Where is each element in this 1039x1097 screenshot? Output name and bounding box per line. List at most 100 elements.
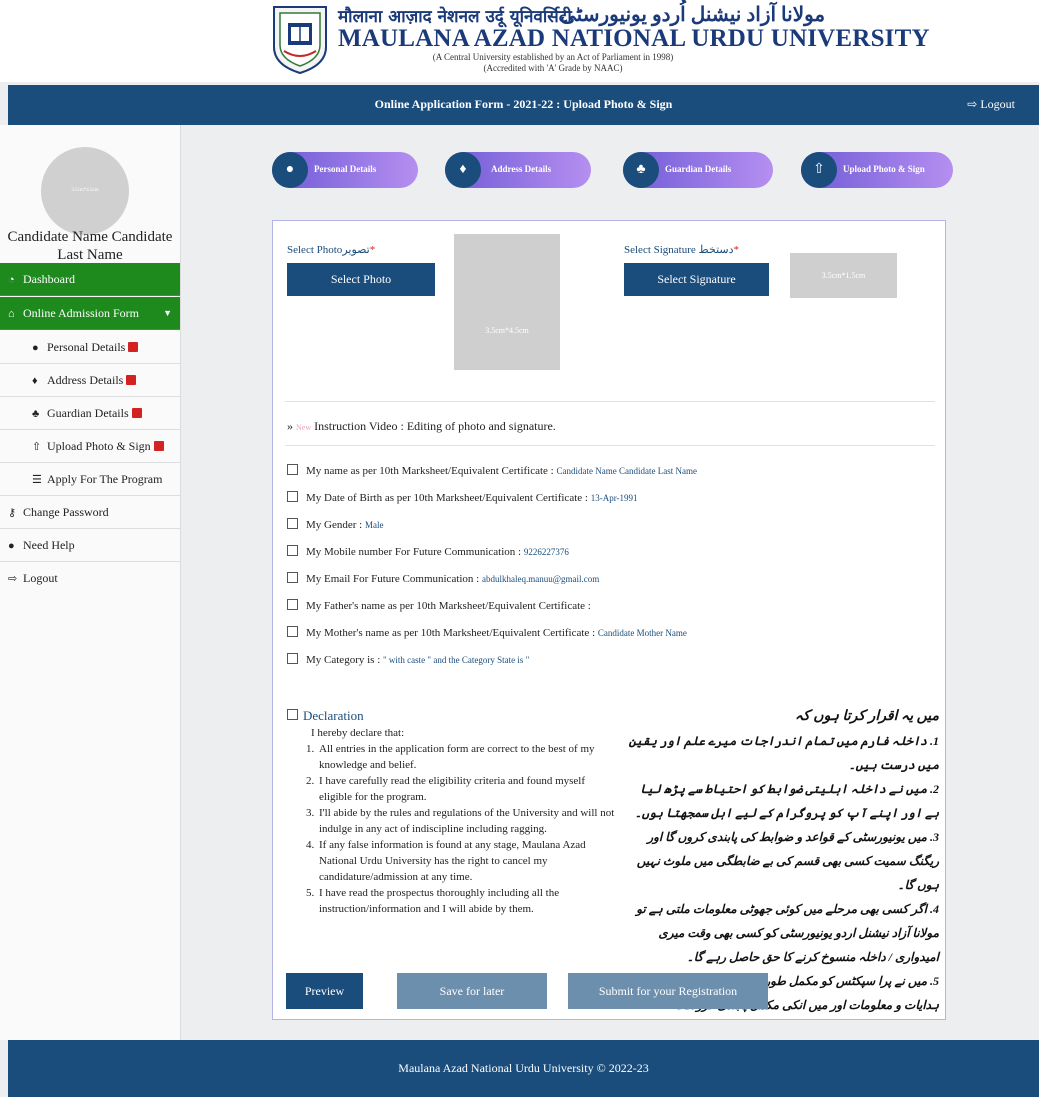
- confirm-name-checkbox[interactable]: My name as per 10th Marksheet/Equivalent…: [287, 464, 697, 477]
- divider: [285, 401, 935, 402]
- dashboard-icon: ◔: [8, 274, 15, 286]
- declaration-urdu-item: 3. میں یونیورسٹی کے قواعد و ضوابط کی پاب…: [636, 830, 939, 892]
- checkbox[interactable]: [287, 572, 298, 583]
- university-name-english: MAULANA AZAD NATIONAL URDU UNIVERSITY: [338, 25, 930, 52]
- sidebar-item-online-admission-form[interactable]: ⌂ Online Admission Form ▼: [0, 297, 180, 330]
- sidebar-item-guardian-details[interactable]: ♣ Guardian Details: [0, 397, 180, 430]
- university-name-hindi: मौलाना आज़ाद नेशनल उर्दू यूनिवर्सिटी: [338, 7, 572, 27]
- check-value: Candidate Name Candidate Last Name: [556, 466, 697, 476]
- declaration-item: If any false information is found at any…: [317, 837, 619, 885]
- select-photo-button[interactable]: Select Photo: [287, 263, 435, 296]
- list-icon: ☰: [32, 474, 42, 486]
- step-label: Guardian Details: [665, 164, 732, 174]
- key-icon: ⚷: [8, 507, 17, 519]
- confirm-gender-checkbox[interactable]: My Gender : Male: [287, 518, 383, 531]
- checkbox[interactable]: [287, 491, 298, 502]
- sidebar-item-personal-details[interactable]: ● Personal Details: [0, 331, 180, 364]
- step-address-details[interactable]: ♦ Address Details: [445, 152, 591, 188]
- checkbox[interactable]: [287, 653, 298, 664]
- step-label: Upload Photo & Sign: [843, 164, 925, 174]
- check-label: My Mother's name as per 10th Marksheet/E…: [306, 627, 596, 639]
- sidebar-item-label: Dashboard: [23, 272, 75, 286]
- sidebar-item-label: Upload Photo & Sign: [47, 439, 151, 453]
- university-accreditation: (Accredited with 'A' Grade by NAAC): [483, 63, 623, 73]
- logout-label: Logout: [980, 97, 1015, 111]
- check-label: My Mobile number For Future Communicatio…: [306, 546, 522, 558]
- user-icon: ●: [8, 540, 15, 552]
- check-value: abdulkhaleq.manuu@gmail.com: [482, 574, 600, 584]
- declaration-item: I have read the prospectus thoroughly in…: [317, 885, 619, 917]
- declaration-item: I'll abide by the rules and regulations …: [317, 805, 619, 837]
- sidebar-item-label: Address Details: [47, 373, 124, 387]
- check-label: My Gender :: [306, 519, 363, 531]
- new-badge: New: [296, 423, 312, 432]
- step-label: Address Details: [491, 164, 552, 174]
- check-label: My Father's name as per 10th Marksheet/E…: [306, 600, 591, 612]
- sidebar-item-apply-program[interactable]: ☰ Apply For The Program: [0, 463, 180, 496]
- confirm-father-name-checkbox[interactable]: My Father's name as per 10th Marksheet/E…: [287, 599, 591, 612]
- sidebar-item-upload-photo-sign[interactable]: ⇧ Upload Photo & Sign: [0, 430, 180, 463]
- map-marker-icon: ♦: [32, 375, 38, 387]
- checkbox[interactable]: [287, 599, 298, 610]
- sidebar-item-label: Personal Details: [47, 340, 126, 354]
- declaration-checkbox[interactable]: Declaration: [287, 708, 364, 724]
- sign-out-icon: ⇨: [967, 97, 981, 111]
- preview-button[interactable]: Preview: [286, 973, 363, 1009]
- edit-icon: [126, 375, 137, 385]
- declaration-list: All entries in the application form are …: [301, 741, 619, 917]
- top-bar: Online Application Form - 2021-22 : Uplo…: [8, 85, 1039, 125]
- step-guardian-details[interactable]: ♣ Guardian Details: [623, 152, 773, 188]
- declaration-urdu-head: میں یہ اقرار کرتا ہوں کہ: [794, 709, 939, 724]
- check-value: 13-Apr-1991: [590, 493, 638, 503]
- save-for-later-button[interactable]: Save for later: [397, 973, 547, 1009]
- avatar: 3.5cm*4.5cm: [41, 147, 129, 235]
- check-label: My Email For Future Communication :: [306, 573, 480, 585]
- users-icon: ♣: [623, 152, 659, 188]
- step-personal-details[interactable]: ● Personal Details: [272, 152, 418, 188]
- confirm-mobile-checkbox[interactable]: My Mobile number For Future Communicatio…: [287, 545, 569, 558]
- signature-label: Select Signature دستخط*: [624, 244, 740, 256]
- check-label: My name as per 10th Marksheet/Equivalent…: [306, 465, 554, 477]
- check-value: 9226227376: [523, 547, 569, 557]
- sidebar-item-label: Apply For The Program: [47, 472, 163, 486]
- checkbox[interactable]: [287, 518, 298, 529]
- photo-label-text: Select Photo: [287, 244, 343, 256]
- confirm-dob-checkbox[interactable]: My Date of Birth as per 10th Marksheet/E…: [287, 491, 638, 504]
- declaration-item: All entries in the application form are …: [317, 741, 619, 773]
- declaration-title: Declaration: [303, 708, 364, 723]
- confirm-email-checkbox[interactable]: My Email For Future Communication : abdu…: [287, 572, 599, 585]
- photo-placeholder: 3.5cm*4.5cm: [454, 234, 560, 370]
- step-upload-photo-sign[interactable]: ⇧ Upload Photo & Sign: [801, 152, 953, 188]
- sidebar-item-change-password[interactable]: ⚷ Change Password: [0, 496, 180, 529]
- photo-label: Select Photoتصویر*: [287, 244, 376, 256]
- divider: [285, 445, 935, 446]
- map-marker-icon: ♦: [445, 152, 481, 188]
- checkbox[interactable]: [287, 464, 298, 475]
- university-name-urdu: مولانا آزاد نیشنل اُردو یونیورسٹی: [560, 4, 826, 26]
- signature-label-text: Select Signature: [624, 244, 696, 256]
- sidebar-item-address-details[interactable]: ♦ Address Details: [0, 364, 180, 397]
- sidebar-item-logout[interactable]: ⇨ Logout: [0, 562, 180, 595]
- confirm-mother-name-checkbox[interactable]: My Mother's name as per 10th Marksheet/E…: [287, 626, 687, 639]
- sidebar-item-label: Online Admission Form: [23, 306, 140, 320]
- declaration-urdu-item: 2. میں نے داخلہ اہلیتی ضوابط کو احتیاط س…: [634, 782, 939, 820]
- confirm-category-checkbox[interactable]: My Category is : " with caste " and the …: [287, 653, 529, 666]
- upload-form: Select Photoتصویر* Select Photo 3.5cm*4.…: [272, 220, 946, 1020]
- submit-registration-button[interactable]: Submit for your Registration: [568, 973, 768, 1009]
- check-value: " with caste " and the Category State is…: [383, 655, 530, 665]
- sidebar-item-label: Change Password: [23, 505, 109, 519]
- select-signature-button[interactable]: Select Signature: [624, 263, 769, 296]
- sidebar-item-need-help[interactable]: ● Need Help: [0, 529, 180, 562]
- logout-link[interactable]: ⇨ Logout: [967, 97, 1015, 112]
- caret-down-icon: ▼: [163, 308, 172, 318]
- sidebar-item-label: Need Help: [23, 538, 75, 552]
- university-logo: [273, 6, 327, 75]
- edit-icon: [153, 441, 164, 451]
- checkbox[interactable]: [287, 626, 298, 637]
- checkbox[interactable]: [287, 709, 298, 720]
- page-title: Online Application Form - 2021-22 : Uplo…: [374, 97, 673, 111]
- instruction-video-link[interactable]: » New Instruction Video : Editing of pho…: [287, 419, 556, 434]
- checkbox[interactable]: [287, 545, 298, 556]
- check-value: Male: [364, 520, 384, 530]
- sidebar-item-dashboard[interactable]: ◔ Dashboard: [0, 263, 180, 296]
